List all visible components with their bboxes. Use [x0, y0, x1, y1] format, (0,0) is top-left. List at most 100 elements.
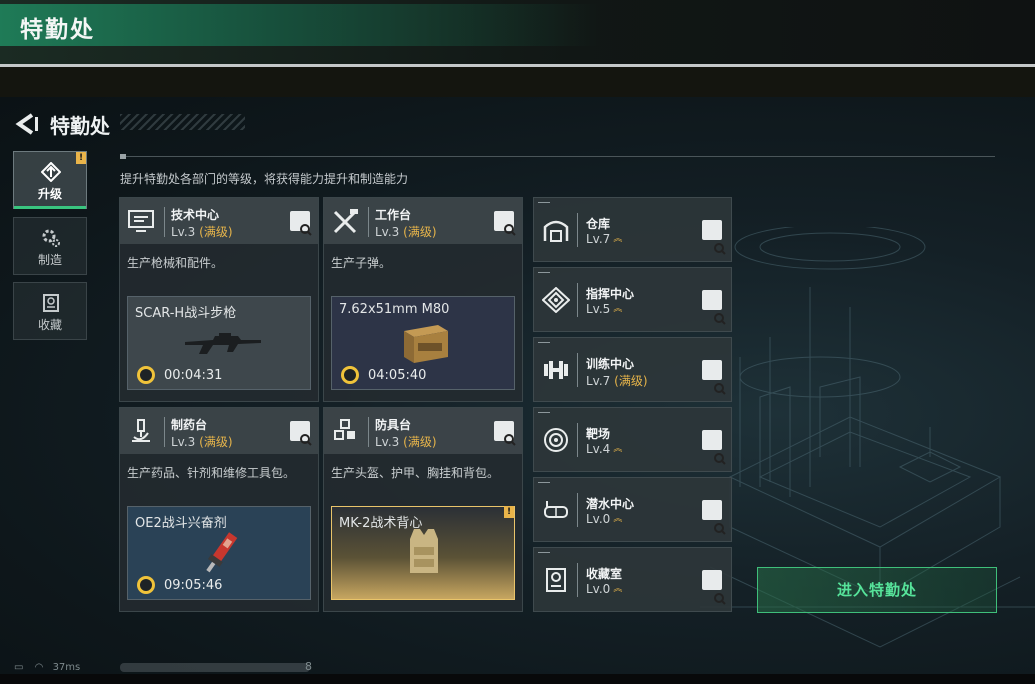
command-emblem-icon: [542, 287, 570, 313]
facility-card-command-center[interactable]: 指挥中心 Lv.5 ︽: [533, 267, 732, 332]
search-button[interactable]: [702, 430, 726, 465]
search-icon: [714, 523, 726, 535]
nav-tab-upgrade[interactable]: ! 升级: [13, 151, 87, 209]
product-name: 7.62x51mm M80: [339, 302, 450, 317]
search-button[interactable]: [702, 570, 726, 605]
search-button[interactable]: [702, 500, 726, 535]
search-button[interactable]: [290, 421, 312, 446]
dept-name: 工作台: [375, 208, 412, 222]
page-title: 特勤处: [50, 114, 110, 138]
rifle-image: [185, 333, 261, 354]
window-title-bar: 特勤处: [0, 0, 1035, 67]
facility-card-shooting-range[interactable]: 靶场 Lv.4 ︽: [533, 407, 732, 472]
search-button[interactable]: [702, 360, 726, 395]
search-button[interactable]: [494, 211, 516, 236]
search-icon: [714, 243, 726, 255]
production-timer: 09:05:46: [164, 578, 223, 593]
dept-card-workbench[interactable]: 工作台 Lv.3 (满级) 生产子弹。 7.62x51mm M80 04:05:…: [323, 197, 523, 402]
dept-level: Lv.3 (满级): [171, 435, 233, 449]
dept-name: 制药台: [171, 418, 208, 432]
nav-tab-label: 收藏: [37, 318, 62, 332]
facility-level: Lv.4 ︽: [586, 442, 623, 456]
facility-card-dive-center[interactable]: 潜水中心 Lv.0 ︽: [533, 477, 732, 542]
cubes-icon: [334, 419, 355, 440]
facility-name: 收藏室: [586, 567, 623, 581]
collection-cabinet-icon: [546, 568, 566, 592]
dept-card-armor-bench[interactable]: 防具台 Lv.3 (满级) 生产头盔、护甲、胸挂和背包。 MK-2战术背心 !: [323, 407, 523, 612]
facility-card-warehouse[interactable]: 仓库 Lv.7 ︽: [533, 197, 732, 262]
search-icon: [504, 224, 516, 236]
search-icon: [300, 434, 312, 446]
search-button[interactable]: [702, 220, 726, 255]
facility-name: 潜水中心: [586, 497, 635, 511]
search-icon: [714, 313, 726, 325]
nav-upgrade-alert-badge: !: [76, 152, 86, 164]
dept-card-pharmacy[interactable]: 制药台 Lv.3 (满级) 生产药品、针剂和维修工具包。 OE2战斗兴奋剂 09…: [119, 407, 319, 612]
nav-tab-label: 制造: [37, 253, 62, 267]
upgrade-available-icon: ︽: [613, 444, 623, 454]
product-name: SCAR-H战斗步枪: [135, 306, 237, 321]
description-divider: [120, 154, 995, 159]
search-button[interactable]: [290, 211, 312, 236]
nav-tab-collection[interactable]: 收藏: [13, 282, 87, 340]
upgrade-available-icon: ︽: [613, 304, 623, 314]
product-slot-tactical-vest[interactable]: MK-2战术背心 !: [331, 506, 515, 600]
dive-mask-icon: [544, 501, 568, 518]
active-tab-indicator: [14, 206, 86, 209]
dept-header: 制药台 Lv.3 (满级): [120, 408, 318, 454]
search-icon: [714, 593, 726, 605]
search-button[interactable]: [702, 290, 726, 325]
ammo-box-image: [404, 325, 448, 363]
status-trailing-text: 8: [305, 660, 312, 673]
upgrade-icon: [41, 162, 61, 182]
dept-level: Lv.3 (满级): [375, 435, 437, 449]
enter-special-ops-button[interactable]: 进入特勤处: [757, 567, 997, 613]
dept-header: 防具台 Lv.3 (满级): [324, 408, 522, 454]
facility-card-collection-room[interactable]: 收藏室 Lv.0 ︽: [533, 547, 732, 612]
production-timer: 04:05:40: [368, 368, 427, 383]
search-icon: [714, 383, 726, 395]
wifi-icon: ◠: [34, 662, 44, 673]
upgrade-available-icon: ︽: [613, 584, 623, 594]
facility-level: Lv.0 ︽: [586, 512, 623, 526]
nav-tab-craft[interactable]: 制造: [13, 217, 87, 275]
dept-card-tech-center[interactable]: 技术中心 Lv.3 (满级) 生产枪械和配件。 SCAR-H战斗步枪 00:04…: [119, 197, 319, 402]
window-title: 特勤处: [20, 17, 95, 43]
facility-name: 指挥中心: [586, 287, 635, 301]
search-button[interactable]: [494, 421, 516, 446]
timer-icon: [137, 576, 155, 594]
status-bar: ▭ ◠ 37ms: [14, 662, 80, 673]
panel-description: 提升特勤处各部门的等级，将获得能力提升和制造能力: [120, 172, 409, 186]
monitor-icon: [128, 210, 154, 232]
bottom-edge: [0, 674, 1035, 684]
facility-level: Lv.0 ︽: [586, 582, 623, 596]
collection-icon: [43, 294, 59, 312]
ping-value: 37ms: [52, 662, 81, 673]
timer-icon: [137, 366, 155, 384]
facility-level: Lv.7 ︽: [586, 232, 623, 246]
special-ops-panel: 特勤处 ! 升级 制造 收藏 提升特勤处各部门的等级，将获得能力提升和制造能力: [0, 97, 1035, 674]
header-band: [0, 67, 1035, 97]
upgrade-available-icon: ︽: [613, 514, 623, 524]
syringe-image: [206, 532, 238, 573]
product-slot-stimulant[interactable]: OE2战斗兴奋剂 09:05:46: [127, 506, 311, 600]
product-alert-badge: !: [504, 506, 514, 518]
dept-name: 技术中心: [171, 208, 220, 222]
title-hatch-decoration: [120, 114, 245, 130]
vest-image: [410, 529, 438, 573]
product-slot-ammo[interactable]: 7.62x51mm M80 04:05:40: [331, 296, 515, 390]
upgrade-available-icon: ︽: [613, 234, 623, 244]
product-slot-scar-h[interactable]: SCAR-H战斗步枪 00:04:31: [127, 296, 311, 390]
dept-name: 防具台: [375, 418, 412, 432]
redacted-info-bar: [120, 663, 310, 672]
back-arrow-icon[interactable]: [14, 113, 38, 135]
search-icon: [714, 453, 726, 465]
facility-level: Lv.7 (满级): [586, 374, 648, 388]
facility-card-training-center[interactable]: 训练中心 Lv.7 (满级): [533, 337, 732, 402]
dept-description: 生产子弹。: [331, 256, 392, 270]
nav-tab-label: 升级: [37, 187, 62, 201]
target-icon: [544, 428, 568, 452]
search-icon: [300, 224, 312, 236]
dept-description: 生产药品、针剂和维修工具包。: [127, 466, 296, 480]
dept-level: Lv.3 (满级): [375, 225, 437, 239]
